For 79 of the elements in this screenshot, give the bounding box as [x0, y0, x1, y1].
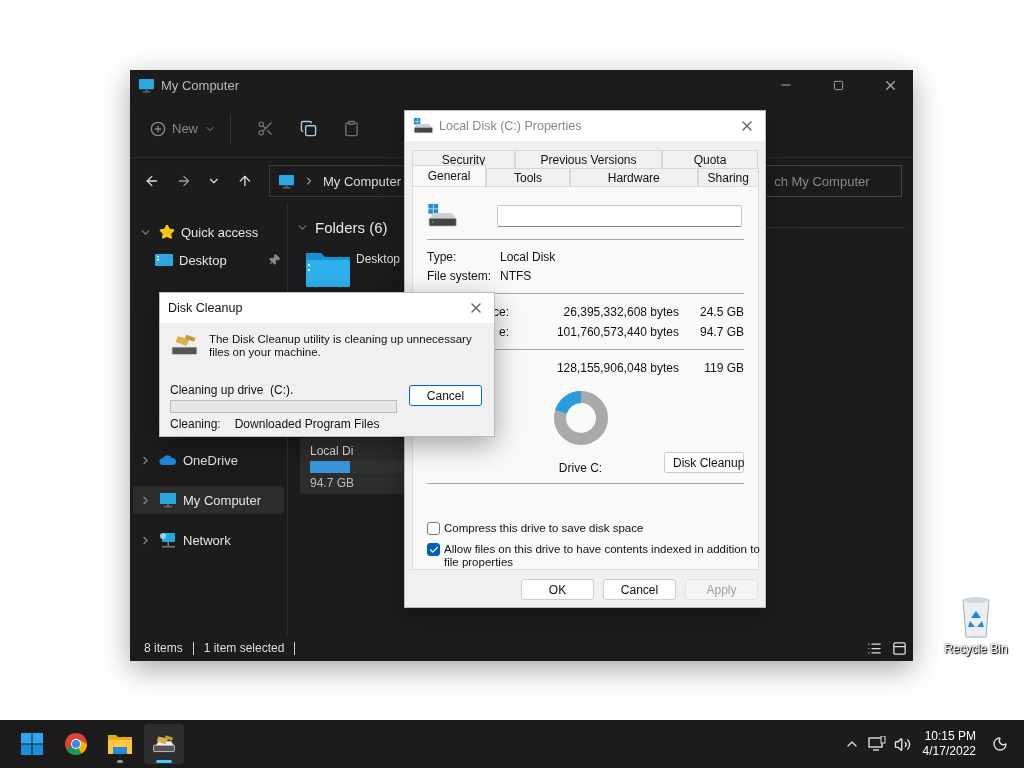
dialog-title: Disk Cleanup — [168, 301, 244, 315]
sidebar-item[interactable]: OneDrive — [133, 446, 284, 474]
dialog-title: Local Disk (C:) Properties — [439, 119, 583, 133]
sidebar-item[interactable]: Network — [133, 526, 284, 554]
info-value: NTFS — [500, 268, 533, 283]
maximize-icon[interactable] — [832, 79, 844, 91]
cloud-icon — [159, 454, 177, 466]
cancel-button[interactable]: Cancel — [409, 385, 482, 406]
folder-icon[interactable] — [107, 733, 133, 755]
network-icon — [159, 531, 177, 549]
current-label: Cleaning: — [170, 417, 221, 431]
size-value: 94.7 GB — [698, 324, 744, 339]
cut-icon[interactable] — [257, 120, 274, 137]
size-value: 119 GB — [703, 361, 744, 376]
network-icon[interactable] — [867, 736, 886, 752]
browser-icon[interactable] — [64, 732, 88, 756]
drive-label: Drive C: — [558, 461, 603, 476]
window-title: My Computer — [161, 77, 241, 93]
disk-cleanup-button[interactable]: Disk Cleanup — [664, 452, 744, 474]
drive-name-field[interactable] — [497, 204, 742, 227]
focus-assist-icon[interactable] — [992, 736, 1008, 752]
tab[interactable]: Sharing — [697, 168, 759, 186]
up-icon[interactable] — [237, 173, 253, 189]
info-value: Local Disk — [500, 250, 557, 265]
tab[interactable]: General — [412, 165, 487, 186]
section-heading[interactable]: Folders (6) — [315, 218, 388, 236]
tab[interactable]: Hardware — [569, 168, 698, 186]
taskbar-app[interactable] — [144, 724, 184, 764]
item-label: Local Di — [310, 444, 355, 458]
item-count: 8 items — [144, 641, 183, 655]
paste-icon[interactable] — [343, 120, 360, 137]
dialog-button[interactable]: OK — [521, 579, 594, 600]
size-label: e: — [498, 324, 509, 339]
monitor-icon — [138, 76, 155, 94]
drive-icon — [427, 203, 457, 228]
volume-icon[interactable] — [893, 735, 911, 753]
checkbox[interactable] — [427, 522, 440, 536]
size-value: 24.5 GB — [698, 304, 744, 319]
desktop-icon — [155, 253, 173, 267]
progress-label: Cleaning up drive (C:). — [170, 383, 295, 397]
status-message: The Disk Cleanup utility is cleaning up unnecessary files on your machine. — [208, 333, 473, 360]
folder-icon — [305, 250, 351, 288]
free-space-text: 94.7 GB — [310, 476, 356, 490]
info-label: Type: — [427, 250, 458, 265]
sidebar-item[interactable]: Quick access — [133, 218, 284, 246]
drive-icon — [413, 118, 433, 134]
disk-usage-donut-drawing — [551, 389, 610, 448]
disk-cleanup-icon — [170, 333, 199, 357]
info-label: File system: — [427, 268, 492, 283]
tiles-view-icon[interactable] — [892, 640, 907, 656]
back-icon[interactable] — [144, 173, 160, 189]
sidebar-item[interactable]: Desktop — [133, 246, 284, 274]
tab[interactable]: Tools — [486, 168, 570, 186]
clock[interactable]: 10:15 PM 4/17/2022 — [922, 729, 976, 759]
windows-logo-icon[interactable] — [21, 733, 43, 755]
plus-icon[interactable] — [150, 120, 166, 137]
recycle-bin-icon[interactable] — [959, 594, 993, 638]
desktop-icon-label: Recycle Bin — [944, 642, 1008, 656]
monitor-icon — [277, 172, 295, 190]
bytes-value: 101,760,573,440 bytes — [555, 324, 679, 339]
tab[interactable]: Quota — [662, 150, 758, 168]
star-icon — [159, 224, 175, 240]
tab[interactable]: Security — [412, 150, 515, 168]
copy-icon[interactable] — [300, 120, 317, 137]
sidebar-item[interactable]: My Computer — [133, 486, 284, 514]
item-label: Desktop — [356, 252, 401, 266]
bytes-value: 26,395,332,608 bytes — [562, 304, 679, 319]
tab[interactable]: Previous Versions — [515, 150, 662, 168]
selection-count: 1 item selected — [203, 641, 285, 655]
option-label: Compress this drive to save disk space — [444, 522, 644, 536]
checkbox[interactable] — [427, 543, 440, 557]
monitor-icon — [159, 491, 177, 509]
option-label: Allow files on this drive to have contents indexed in addition to file properties — [444, 543, 761, 570]
disk-cleanup-icon — [152, 734, 176, 754]
dialog-button[interactable]: Cancel — [603, 579, 676, 600]
details-view-icon[interactable] — [867, 640, 882, 656]
bytes-value: 128,155,906,048 bytes — [555, 361, 679, 376]
current-item: Downloaded Program Files — [234, 417, 380, 431]
new-button[interactable]: New — [150, 113, 231, 144]
